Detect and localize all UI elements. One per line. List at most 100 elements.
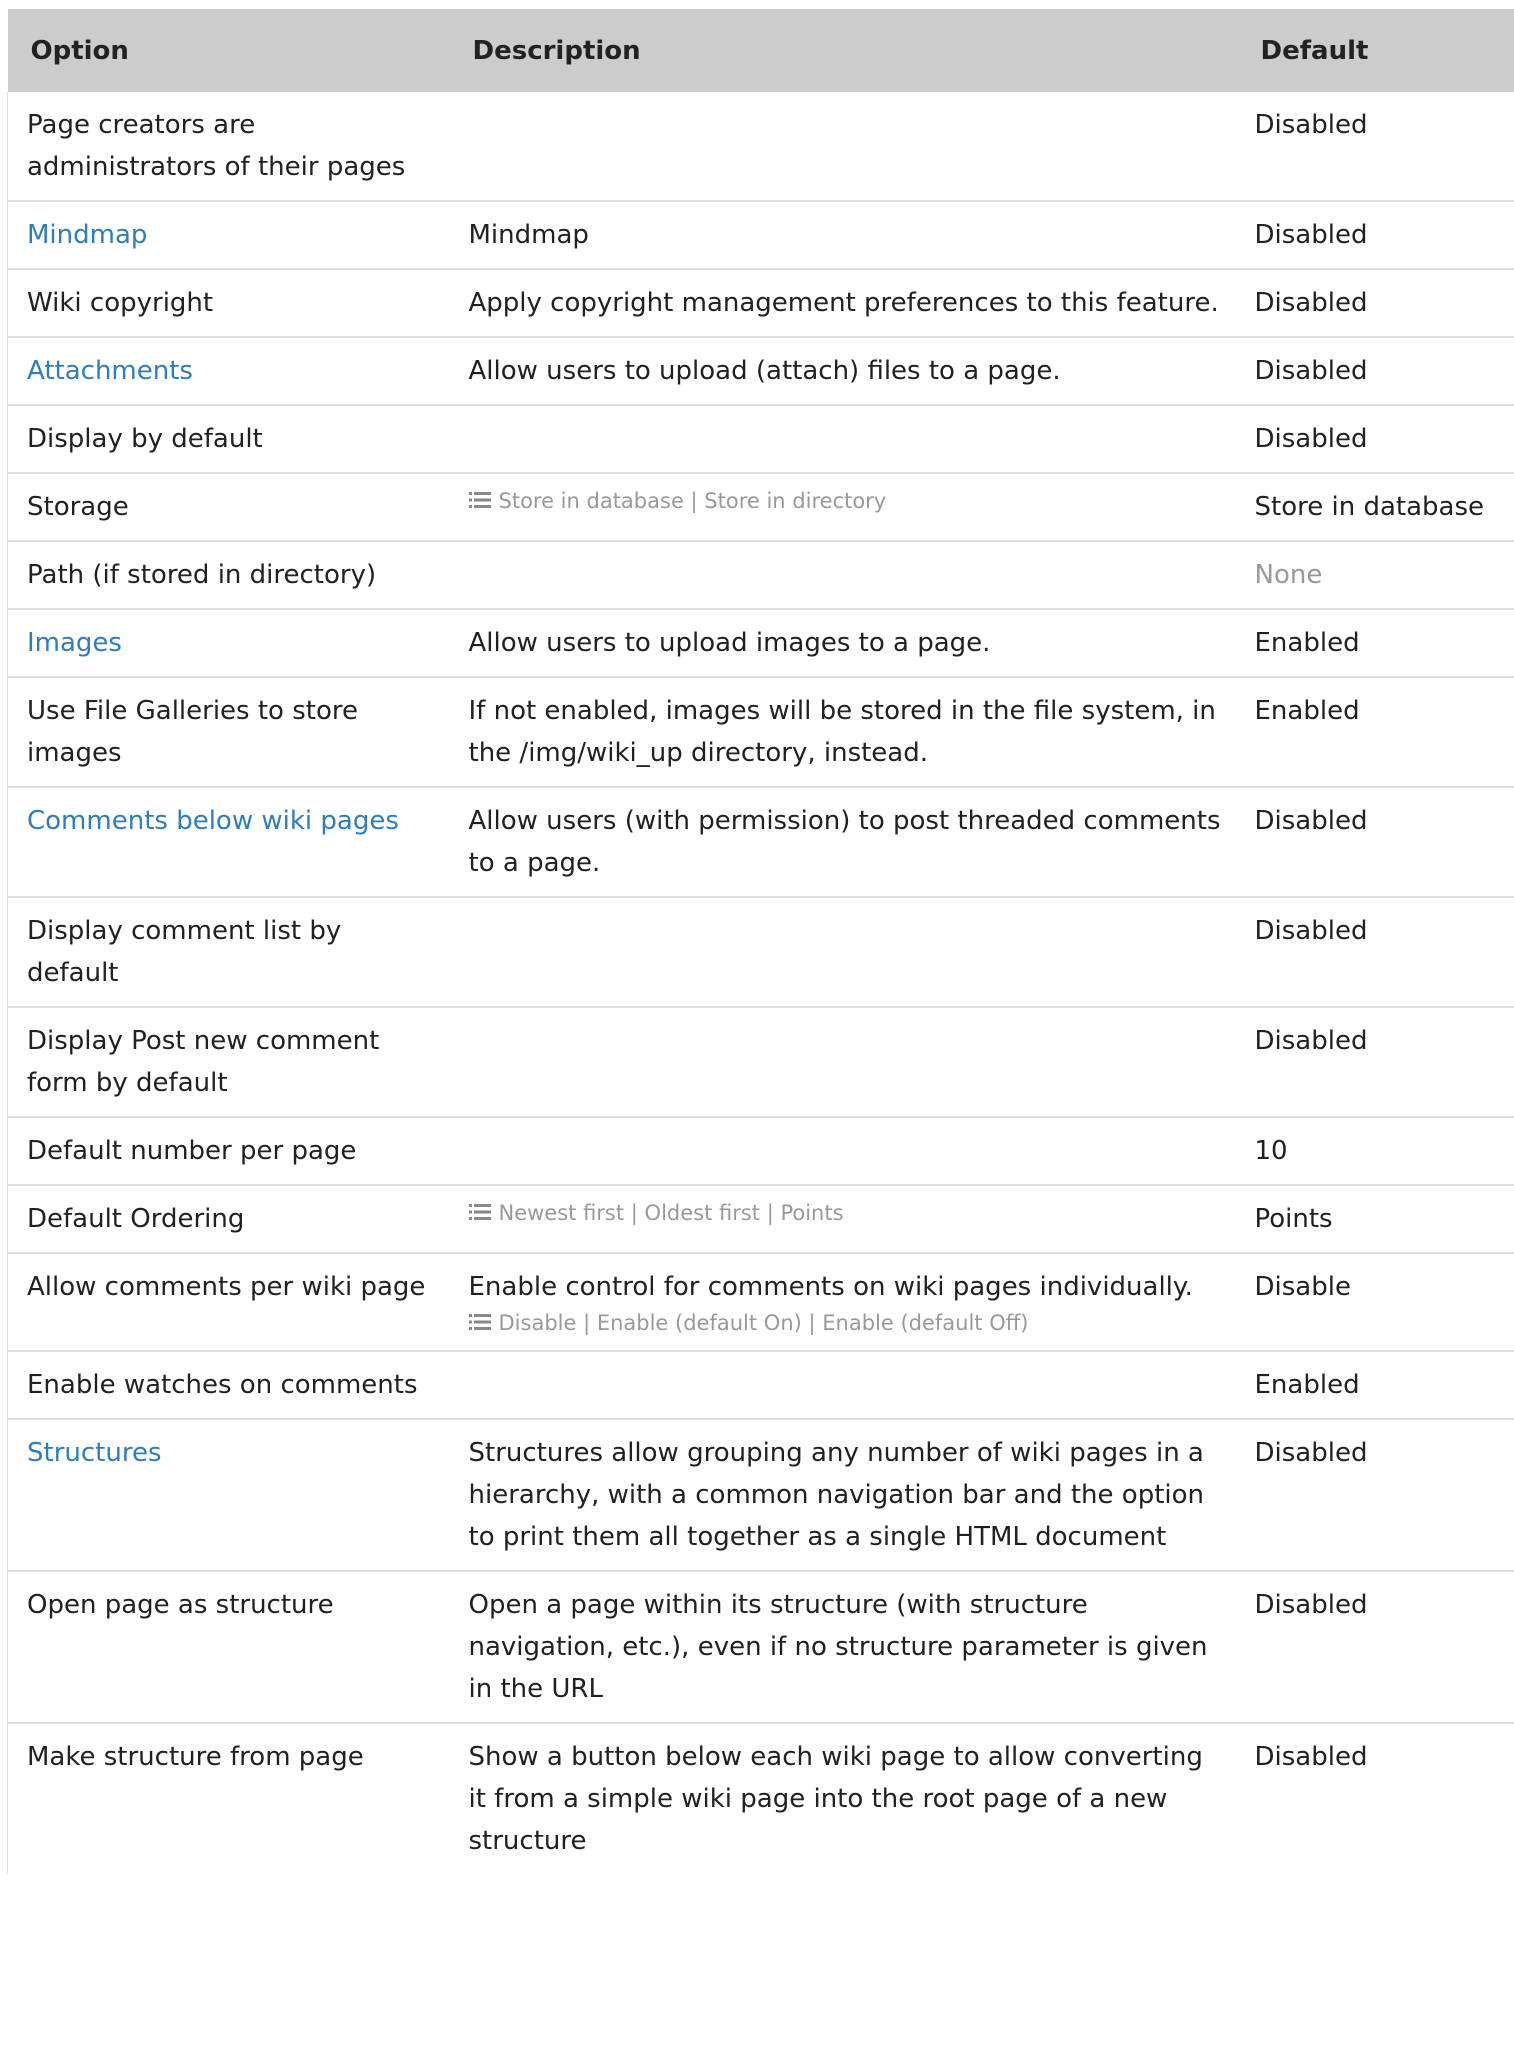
description-cell: Open a page within its structure (with s… <box>442 1570 1232 1723</box>
option-link[interactable]: Comments below wiki pages <box>27 806 399 836</box>
description-text: Mindmap <box>468 220 589 250</box>
option-cell: Path (if stored in directory) <box>7 540 443 609</box>
table-row: Page creators are administrators of thei… <box>7 92 1514 201</box>
default-value: None <box>1231 540 1514 609</box>
description-cell <box>442 1350 1232 1419</box>
table-row: Path (if stored in directory) None <box>7 540 1514 609</box>
description-cell: Newest first | Oldest first | Points <box>442 1184 1232 1253</box>
default-value: Enabled <box>1231 608 1514 677</box>
table-row: Attachments Allow users to upload (attach… <box>7 336 1514 405</box>
description-text: Show a button below each wiki page to al… <box>468 1742 1203 1856</box>
default-value: Disabled <box>1231 336 1514 405</box>
list-icon <box>468 1313 493 1331</box>
table-row: Images Allow users to upload images to a … <box>7 608 1514 677</box>
description-text: Open a page within its structure (with s… <box>468 1590 1208 1704</box>
option-cell: Allow comments per wiki page <box>7 1252 443 1351</box>
description-cell: Store in database | Store in directory <box>442 472 1232 541</box>
table-row: Make structure from page Show a button be… <box>7 1722 1514 1874</box>
table-row: Display comment list by default Disabled <box>7 896 1514 1007</box>
default-value: Enabled <box>1231 676 1514 787</box>
table-row: Mindmap Mindmap Disabled <box>7 200 1514 269</box>
default-value: Points <box>1231 1184 1514 1253</box>
description-cell: Enable control for comments on wiki page… <box>442 1252 1232 1351</box>
description-text: Apply copyright management preferences t… <box>468 288 1219 318</box>
option-cell: Wiki copyright <box>7 268 443 337</box>
option-cell: Structures <box>7 1418 443 1571</box>
table-row: Open page as structure Open a page within… <box>7 1570 1514 1723</box>
option-cell: Default number per page <box>7 1116 443 1185</box>
default-value: Disabled <box>1254 110 1368 140</box>
table-row: Allow comments per wiki page Enable contr… <box>7 1252 1514 1351</box>
description-cell: Apply copyright management preferences t… <box>442 268 1232 337</box>
option-label: Allow comments per wiki page <box>27 1272 426 1302</box>
list-icon <box>468 1203 493 1221</box>
table-header: Option Description Default <box>7 9 1514 92</box>
default-value: Disabled <box>1231 1722 1514 1874</box>
description-cell <box>442 540 1232 609</box>
preferences-table: Option Description Default Page creators… <box>7 9 1514 1874</box>
options-list: Store in database | Store in directory <box>468 486 1222 516</box>
table-row: Storage Store in database | Store in dire… <box>7 472 1514 541</box>
default-value: 10 <box>1231 1116 1514 1185</box>
option-cell: Mindmap <box>7 200 443 269</box>
table-row: Default Ordering Newest first | Oldest fi… <box>7 1184 1514 1253</box>
description-cell: Structures allow grouping any number of … <box>442 1418 1232 1571</box>
table-row: Display by default Disabled <box>7 404 1514 473</box>
description-cell: If not enabled, images will be stored in… <box>442 676 1232 787</box>
option-label: Display by default <box>27 424 263 454</box>
description-text: Allow users to upload (attach) files to … <box>468 356 1061 386</box>
default-value: Disable <box>1231 1252 1514 1351</box>
option-cell: Images <box>7 608 443 677</box>
option-cell: Use File Galleries to store images <box>7 676 443 787</box>
option-label: Enable watches on comments <box>27 1370 418 1400</box>
options-list-text: Newest first | Oldest first | Points <box>498 1201 844 1225</box>
option-link[interactable]: Images <box>27 628 122 658</box>
table-row: Wiki copyright Apply copyright management… <box>7 268 1514 337</box>
table-body: Page creators are administrators of thei… <box>7 92 1514 1874</box>
description-text: Enable control for comments on wiki page… <box>468 1272 1193 1302</box>
option-label: Use File Galleries to store images <box>27 696 358 768</box>
default-value: Enabled <box>1231 1350 1514 1419</box>
option-label: Default Ordering <box>27 1204 245 1234</box>
default-value: Disabled <box>1231 268 1514 337</box>
header-description: Description <box>442 9 1232 92</box>
option-cell: Default Ordering <box>7 1184 443 1253</box>
default-value: Disabled <box>1231 1006 1514 1117</box>
default-value: Disabled <box>1231 896 1514 1007</box>
description-text: Allow users (with permission) to post th… <box>468 806 1221 878</box>
description-text: Allow users to upload images to a page. <box>468 628 991 658</box>
table-row: Enable watches on comments Enabled <box>7 1350 1514 1419</box>
option-cell: Display by default <box>7 404 443 473</box>
description-cell <box>442 896 1232 1007</box>
option-cell: Display Post new comment form by default <box>7 1006 443 1117</box>
option-cell: Page creators are administrators of thei… <box>8 92 443 201</box>
option-link[interactable]: Mindmap <box>27 220 147 250</box>
description-cell <box>442 1006 1232 1117</box>
preferences-table-container: Option Description Default Page creators… <box>7 9 1514 1874</box>
option-link[interactable]: Attachments <box>27 356 193 386</box>
option-label: Path (if stored in directory) <box>27 560 377 590</box>
table-row: Structures Structures allow grouping any … <box>7 1418 1514 1571</box>
option-cell: Storage <box>7 472 443 541</box>
description-text: If not enabled, images will be stored in… <box>468 696 1216 768</box>
table-row: Use File Galleries to store images If not… <box>7 676 1514 787</box>
header-option: Option <box>7 9 443 92</box>
table-row: Default number per page 10 <box>7 1116 1514 1185</box>
list-icon <box>468 491 493 509</box>
description-cell <box>442 1116 1232 1185</box>
option-cell: Display comment list by default <box>7 896 443 1007</box>
option-cell: Enable watches on comments <box>7 1350 443 1419</box>
description-cell: Allow users (with permission) to post th… <box>442 786 1232 897</box>
option-link[interactable]: Structures <box>27 1438 162 1468</box>
description-cell: Allow users to upload images to a page. <box>442 608 1232 677</box>
default-value: Store in database <box>1231 472 1514 541</box>
option-label: Storage <box>27 492 129 522</box>
option-cell: Make structure from page <box>7 1722 443 1874</box>
options-list: Disable | Enable (default On) | Enable (… <box>468 1308 1222 1338</box>
default-value: Disabled <box>1231 786 1514 897</box>
option-label: Page creators are administrators of thei… <box>27 110 406 182</box>
option-label: Default number per page <box>27 1136 357 1166</box>
description-text: Structures allow grouping any number of … <box>468 1438 1205 1552</box>
option-label: Make structure from page <box>27 1742 364 1772</box>
header-default: Default <box>1231 9 1514 92</box>
